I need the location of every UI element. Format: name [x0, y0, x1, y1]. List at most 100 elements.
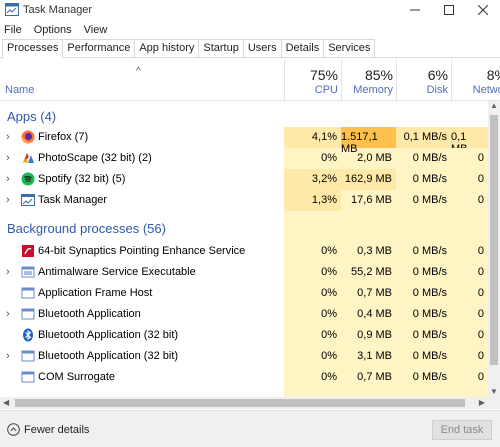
- tab-processes[interactable]: Processes: [2, 39, 64, 58]
- bg-row-com-surrogate[interactable]: COM Surrogate 0% 0,7 MB 0 MB/s 0: [0, 367, 488, 388]
- cpu-cell: 0%: [321, 266, 337, 278]
- network-cell: 0: [477, 173, 484, 185]
- scroll-left-icon[interactable]: ◀: [3, 398, 9, 407]
- tab-services[interactable]: Services: [323, 39, 376, 57]
- process-name: Bluetooth Application (32 bit): [38, 329, 179, 341]
- task-manager-icon: [21, 193, 35, 207]
- memory-cell: 0,7 MB: [357, 287, 392, 299]
- network-cell: 0: [477, 308, 484, 320]
- expand-chevron-icon[interactable]: ›: [6, 350, 10, 362]
- window-icon: [21, 349, 35, 363]
- horizontal-scrollbar[interactable]: ◀ ▶: [0, 397, 488, 409]
- bg-row-bluetooth-application[interactable]: › Bluetooth Application 0% 0,4 MB 0 MB/s…: [0, 304, 488, 325]
- cpu-cell: 0%: [321, 152, 337, 164]
- app-row-photoscape[interactable]: › PhotoScape (32 bit) (2) 0% 2,0 MB 0 MB…: [0, 148, 488, 169]
- disk-cell: 0 MB/s: [412, 152, 447, 164]
- group-background-title: Background processes (56): [7, 221, 166, 236]
- cpu-cell: 0%: [321, 371, 337, 383]
- network-cell: 0: [477, 152, 484, 164]
- scroll-down-icon[interactable]: ▼: [490, 387, 498, 396]
- network-cell: 0: [477, 371, 484, 383]
- horizontal-scroll-thumb[interactable]: [15, 399, 465, 407]
- process-name: COM Surrogate: [38, 371, 116, 383]
- expand-chevron-icon[interactable]: ›: [6, 173, 10, 185]
- tab-performance[interactable]: Performance: [62, 39, 136, 57]
- memory-cell: 55,2 MB: [351, 266, 392, 278]
- process-name: Application Frame Host: [38, 287, 153, 299]
- close-icon: [478, 5, 488, 15]
- bg-row-bluetooth-application-32bit-2[interactable]: › Bluetooth Application (32 bit) 0% 3,1 …: [0, 346, 488, 367]
- column-memory-header[interactable]: 85% Memory: [341, 60, 397, 100]
- bluetooth-icon: [21, 328, 35, 342]
- bg-row-bluetooth-application-32bit[interactable]: Bluetooth Application (32 bit) 0% 0,9 MB…: [0, 325, 488, 346]
- app-row-spotify[interactable]: › Spotify (32 bit) (5) 3,2% 162,9 MB 0 M…: [0, 169, 488, 190]
- network-cell: 0: [477, 194, 484, 206]
- network-cell: 0: [477, 329, 484, 341]
- process-name: PhotoScape (32 bit) (2): [38, 152, 152, 164]
- disk-cell: 0 MB/s: [412, 350, 447, 362]
- app-row-firefox[interactable]: › Firefox (7) 4,1% 1.517,1 MB 0,1 MB/s 0…: [0, 127, 488, 155]
- expand-chevron-icon[interactable]: ›: [6, 266, 10, 278]
- memory-cell: 1.517,1 MB: [341, 127, 396, 155]
- vertical-scrollbar[interactable]: ▲ ▼: [488, 101, 500, 397]
- spotify-icon: [21, 172, 35, 186]
- cpu-cell: 1,3%: [284, 190, 341, 211]
- cpu-cell: 0%: [321, 287, 337, 299]
- tab-startup[interactable]: Startup: [198, 39, 244, 57]
- group-apps-title: Apps (4): [7, 109, 57, 124]
- collapse-chevron-icon[interactable]: [7, 423, 20, 439]
- disk-total-percent: 6%: [427, 67, 448, 83]
- cpu-cell: 0%: [321, 329, 337, 341]
- process-list[interactable]: Apps (4) › Firefox (7) 4,1% 1.517,1 MB 0…: [0, 101, 488, 397]
- expand-chevron-icon[interactable]: ›: [6, 152, 10, 164]
- cpu-cell: 4,1%: [284, 127, 341, 148]
- process-name: 64-bit Synaptics Pointing Enhance Servic…: [38, 245, 246, 257]
- minimize-button[interactable]: [398, 0, 432, 20]
- disk-cell: 0 MB/s: [412, 287, 447, 299]
- scroll-up-icon[interactable]: ▲: [490, 101, 498, 110]
- menu-view[interactable]: View: [78, 22, 114, 38]
- disk-cell: 0,1 MB/s: [396, 127, 451, 148]
- memory-cell: 3,1 MB: [357, 350, 392, 362]
- process-name: Antimalware Service Executable: [38, 266, 196, 278]
- close-button[interactable]: [466, 0, 500, 20]
- maximize-icon: [444, 5, 454, 15]
- network-cell: 0: [477, 266, 484, 278]
- title-bar: Task Manager: [0, 0, 500, 20]
- column-network-header[interactable]: 8% Network: [451, 60, 500, 100]
- network-column-label: Network: [472, 84, 500, 96]
- cpu-cell: 0%: [321, 350, 337, 362]
- disk-cell: 0 MB/s: [412, 173, 447, 185]
- app-row-task-manager[interactable]: › Task Manager 1,3% 17,6 MB 0 MB/s 0: [0, 190, 488, 211]
- process-name: Bluetooth Application (32 bit): [38, 350, 179, 362]
- end-task-button[interactable]: End task: [432, 420, 492, 440]
- column-disk-header[interactable]: 6% Disk: [396, 60, 452, 100]
- menu-options[interactable]: Options: [28, 22, 78, 38]
- tab-users[interactable]: Users: [242, 39, 282, 57]
- expand-chevron-icon[interactable]: ›: [6, 308, 10, 320]
- bg-row-application-frame-host[interactable]: Application Frame Host 0% 0,7 MB 0 MB/s …: [0, 283, 488, 304]
- expand-chevron-icon[interactable]: ›: [6, 194, 10, 206]
- tab-details[interactable]: Details: [280, 39, 325, 57]
- bg-row-antimalware[interactable]: › Antimalware Service Executable 0% 55,2…: [0, 262, 488, 283]
- bg-row-synaptics[interactable]: 64-bit Synaptics Pointing Enhance Servic…: [0, 241, 488, 262]
- expand-chevron-icon[interactable]: ›: [6, 131, 10, 143]
- minimize-icon: [410, 9, 420, 11]
- disk-cell: 0 MB/s: [412, 329, 447, 341]
- memory-cell: 0,7 MB: [357, 371, 392, 383]
- network-cell: 0,1 MB: [451, 127, 488, 148]
- photoscape-icon: [21, 151, 35, 165]
- scroll-right-icon[interactable]: ▶: [479, 398, 485, 407]
- vertical-scroll-thumb[interactable]: [490, 115, 498, 365]
- menu-file[interactable]: File: [0, 22, 28, 38]
- tab-app-history[interactable]: App history: [134, 39, 200, 57]
- firefox-icon: [21, 130, 35, 144]
- column-name-header[interactable]: Name: [5, 84, 34, 96]
- column-cpu-header[interactable]: 75% CPU: [284, 60, 342, 100]
- cpu-total-percent: 75%: [309, 67, 338, 83]
- maximize-button[interactable]: [432, 0, 466, 20]
- network-cell: 0: [477, 245, 484, 257]
- fewer-details-link[interactable]: Fewer details: [24, 424, 89, 436]
- synaptics-icon: [21, 244, 35, 258]
- disk-cell: 0 MB/s: [412, 308, 447, 320]
